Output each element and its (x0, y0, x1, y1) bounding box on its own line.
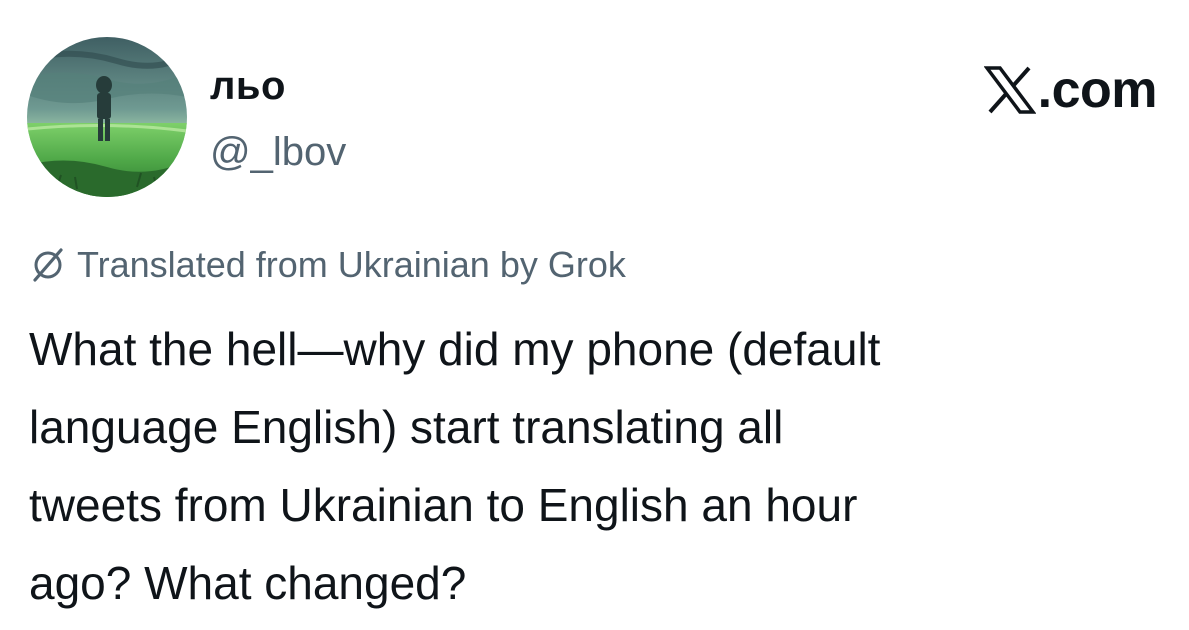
brand-text: .com (1037, 61, 1158, 119)
avatar-image (27, 37, 187, 197)
author-display-name[interactable]: льо (210, 62, 286, 110)
tweet-text: What the hell—why did my phone (default … (29, 323, 881, 609)
author-handle[interactable]: @_lbov (210, 128, 346, 176)
avatar[interactable] (27, 37, 187, 197)
tweet-card: льо @_lbov .com Translated from Ukrainia… (0, 0, 1189, 630)
grok-icon (33, 248, 63, 282)
translation-label: Translated from Ukrainian by Grok (77, 244, 626, 285)
translation-notice[interactable]: Translated from Ukrainian by Grok (29, 240, 626, 290)
brand-watermark: .com (983, 61, 1158, 119)
x-logo-icon (983, 66, 1036, 114)
